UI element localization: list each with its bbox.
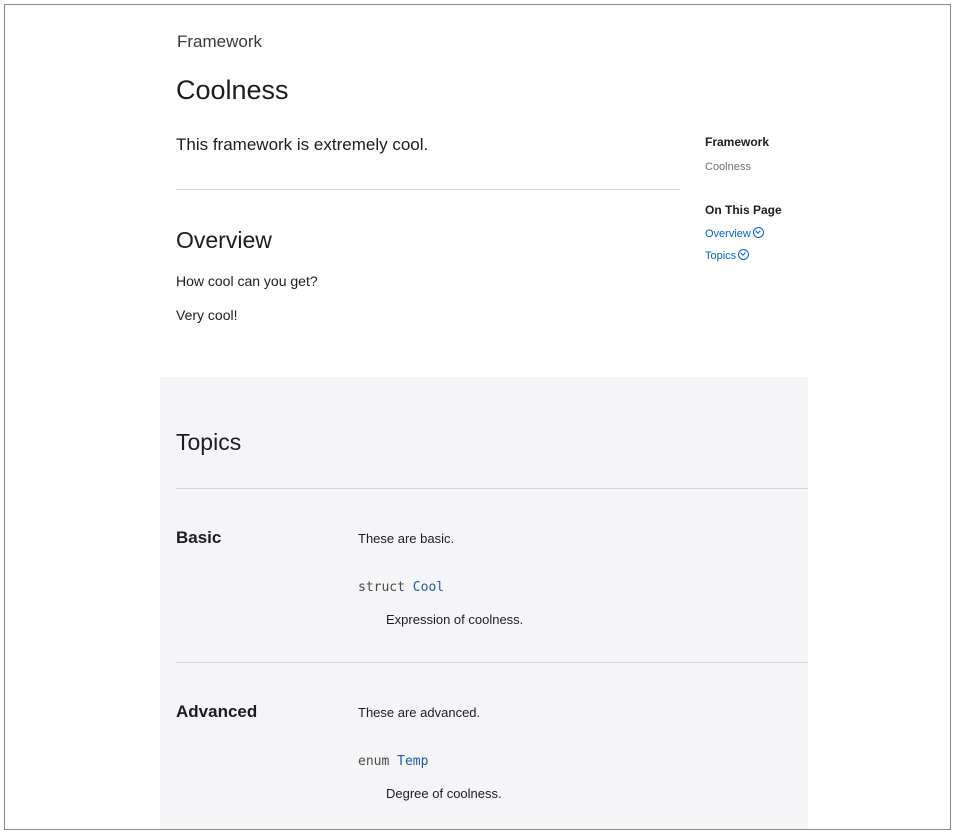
divider	[176, 488, 808, 489]
topic-group-title: Advanced	[176, 702, 258, 721]
topics-heading: Topics	[176, 429, 242, 455]
page-abstract: This framework is extremely cool.	[176, 135, 429, 154]
overview-heading: Overview	[176, 227, 272, 253]
documentation-page: Framework Coolness This framework is ext…	[4, 4, 951, 830]
symbol-description: Degree of coolness.	[386, 786, 502, 801]
topic-group-abstract: These are advanced.	[358, 705, 481, 720]
symbol-declaration: enum Temp	[358, 754, 428, 769]
sidebar-link-label: Topics	[705, 250, 737, 262]
page-title: Coolness	[176, 75, 289, 105]
divider	[176, 662, 808, 663]
chevron-circle-down-icon	[752, 227, 764, 238]
topics-section: Topics Basic These are basic. struct Coo…	[160, 377, 808, 829]
on-this-page-label: On This Page	[705, 203, 782, 217]
sidebar-framework-label: Framework	[705, 135, 770, 149]
sidebar-crumb: Coolness	[705, 161, 751, 173]
symbol-description: Expression of coolness.	[386, 612, 524, 627]
symbol-declaration: struct Cool	[358, 580, 444, 595]
overview-paragraph: Very cool!	[176, 307, 238, 323]
sidebar-link-topics[interactable]: Topics	[705, 249, 750, 262]
declaration-keyword: struct	[358, 580, 405, 595]
sidebar-link-label: Overview	[705, 228, 751, 240]
overview-paragraph: How cool can you get?	[176, 273, 318, 289]
topic-group-title: Basic	[176, 528, 222, 547]
topic-group-abstract: These are basic.	[358, 531, 455, 546]
divider	[176, 189, 680, 190]
sidebar-link-overview[interactable]: Overview	[705, 227, 764, 240]
symbol-link-cool[interactable]: Cool	[413, 580, 444, 595]
page-eyebrow: Framework	[177, 32, 263, 51]
declaration-keyword: enum	[358, 754, 390, 769]
chevron-circle-down-icon	[738, 249, 750, 260]
symbol-link-temp[interactable]: Temp	[397, 754, 428, 769]
